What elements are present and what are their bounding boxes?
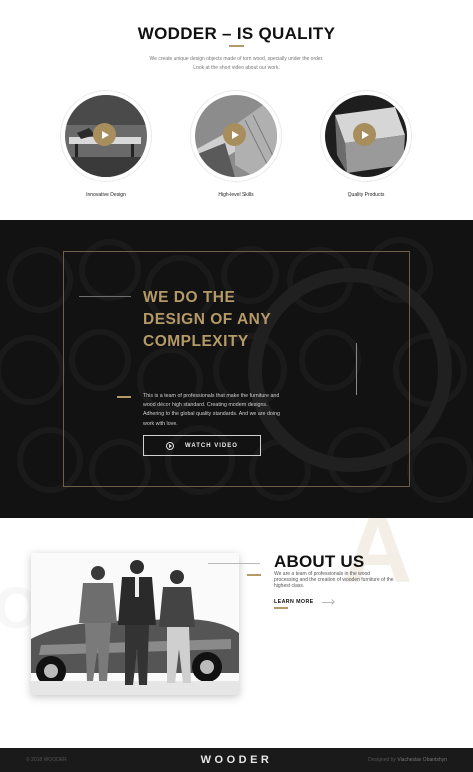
learn-more-link[interactable]: LEARN MORE — [274, 599, 334, 605]
video-card-high-level-skills[interactable]: High-level Skills — [190, 90, 282, 198]
learn-more-label: LEARN MORE — [274, 599, 314, 605]
design-title: WE DO THE DESIGN OF ANY COMPLEXITY — [143, 289, 271, 350]
watch-video-label: WATCH VIDEO — [185, 442, 238, 449]
accent-line — [247, 574, 261, 576]
decor-vertical-line — [356, 343, 357, 395]
video-card-label: High-level Skills — [218, 192, 254, 198]
footer: © 2018 WOODER WOODER Designed by Viaches… — [0, 748, 473, 772]
play-icon[interactable] — [93, 123, 116, 146]
decor-line — [79, 296, 131, 297]
video-card-innovative-design[interactable]: Innovative Design — [60, 90, 152, 198]
design-text: This is a team of professionals that mak… — [143, 393, 280, 427]
video-thumbnail[interactable] — [60, 90, 152, 182]
design-section: WE DO THE DESIGN OF ANY COMPLEXITY This … — [0, 220, 473, 518]
footer-credit-name[interactable]: Viacheslav Obantshyn — [397, 757, 447, 763]
play-icon[interactable] — [223, 123, 246, 146]
quality-description: We create unique design objects made of … — [120, 55, 353, 73]
footer-credit: Designed by Viacheslav Obantshyn — [368, 757, 447, 763]
quality-description-line1: We create unique design objects made of … — [149, 56, 324, 62]
video-thumbnail[interactable] — [320, 90, 412, 182]
title-underline — [229, 45, 244, 47]
video-card-label: Innovative Design — [86, 192, 126, 198]
about-text: We are a team of professionals in the wo… — [274, 571, 394, 590]
accent-line — [274, 607, 288, 609]
decor-line — [208, 563, 260, 564]
quality-title: WODDER – IS QUALITY — [137, 24, 336, 43]
about-section: A OUT ABOUT US We are a team of — [0, 518, 473, 748]
footer-logo[interactable]: WOODER — [201, 754, 273, 766]
watch-video-button[interactable]: WATCH VIDEO — [143, 435, 261, 456]
accent-line — [117, 396, 131, 398]
about-title: ABOUT US — [274, 552, 365, 571]
team-photo — [31, 553, 239, 695]
video-card-label: Quality Products — [347, 192, 385, 198]
footer-copyright: © 2018 WOODER — [26, 757, 67, 763]
watch-video-play-icon — [166, 441, 175, 450]
video-thumbnail[interactable] — [190, 90, 282, 182]
footer-credit-prefix: Designed by — [368, 757, 396, 763]
arrow-right-icon — [321, 601, 334, 603]
quality-section: WODDER – IS QUALITY We create unique des… — [0, 0, 473, 220]
quality-description-line2: Look at the short video about our work. — [193, 65, 280, 71]
play-icon[interactable] — [353, 123, 376, 146]
team-photo-image — [31, 553, 239, 695]
video-card-quality-products[interactable]: Quality Products — [320, 90, 412, 198]
